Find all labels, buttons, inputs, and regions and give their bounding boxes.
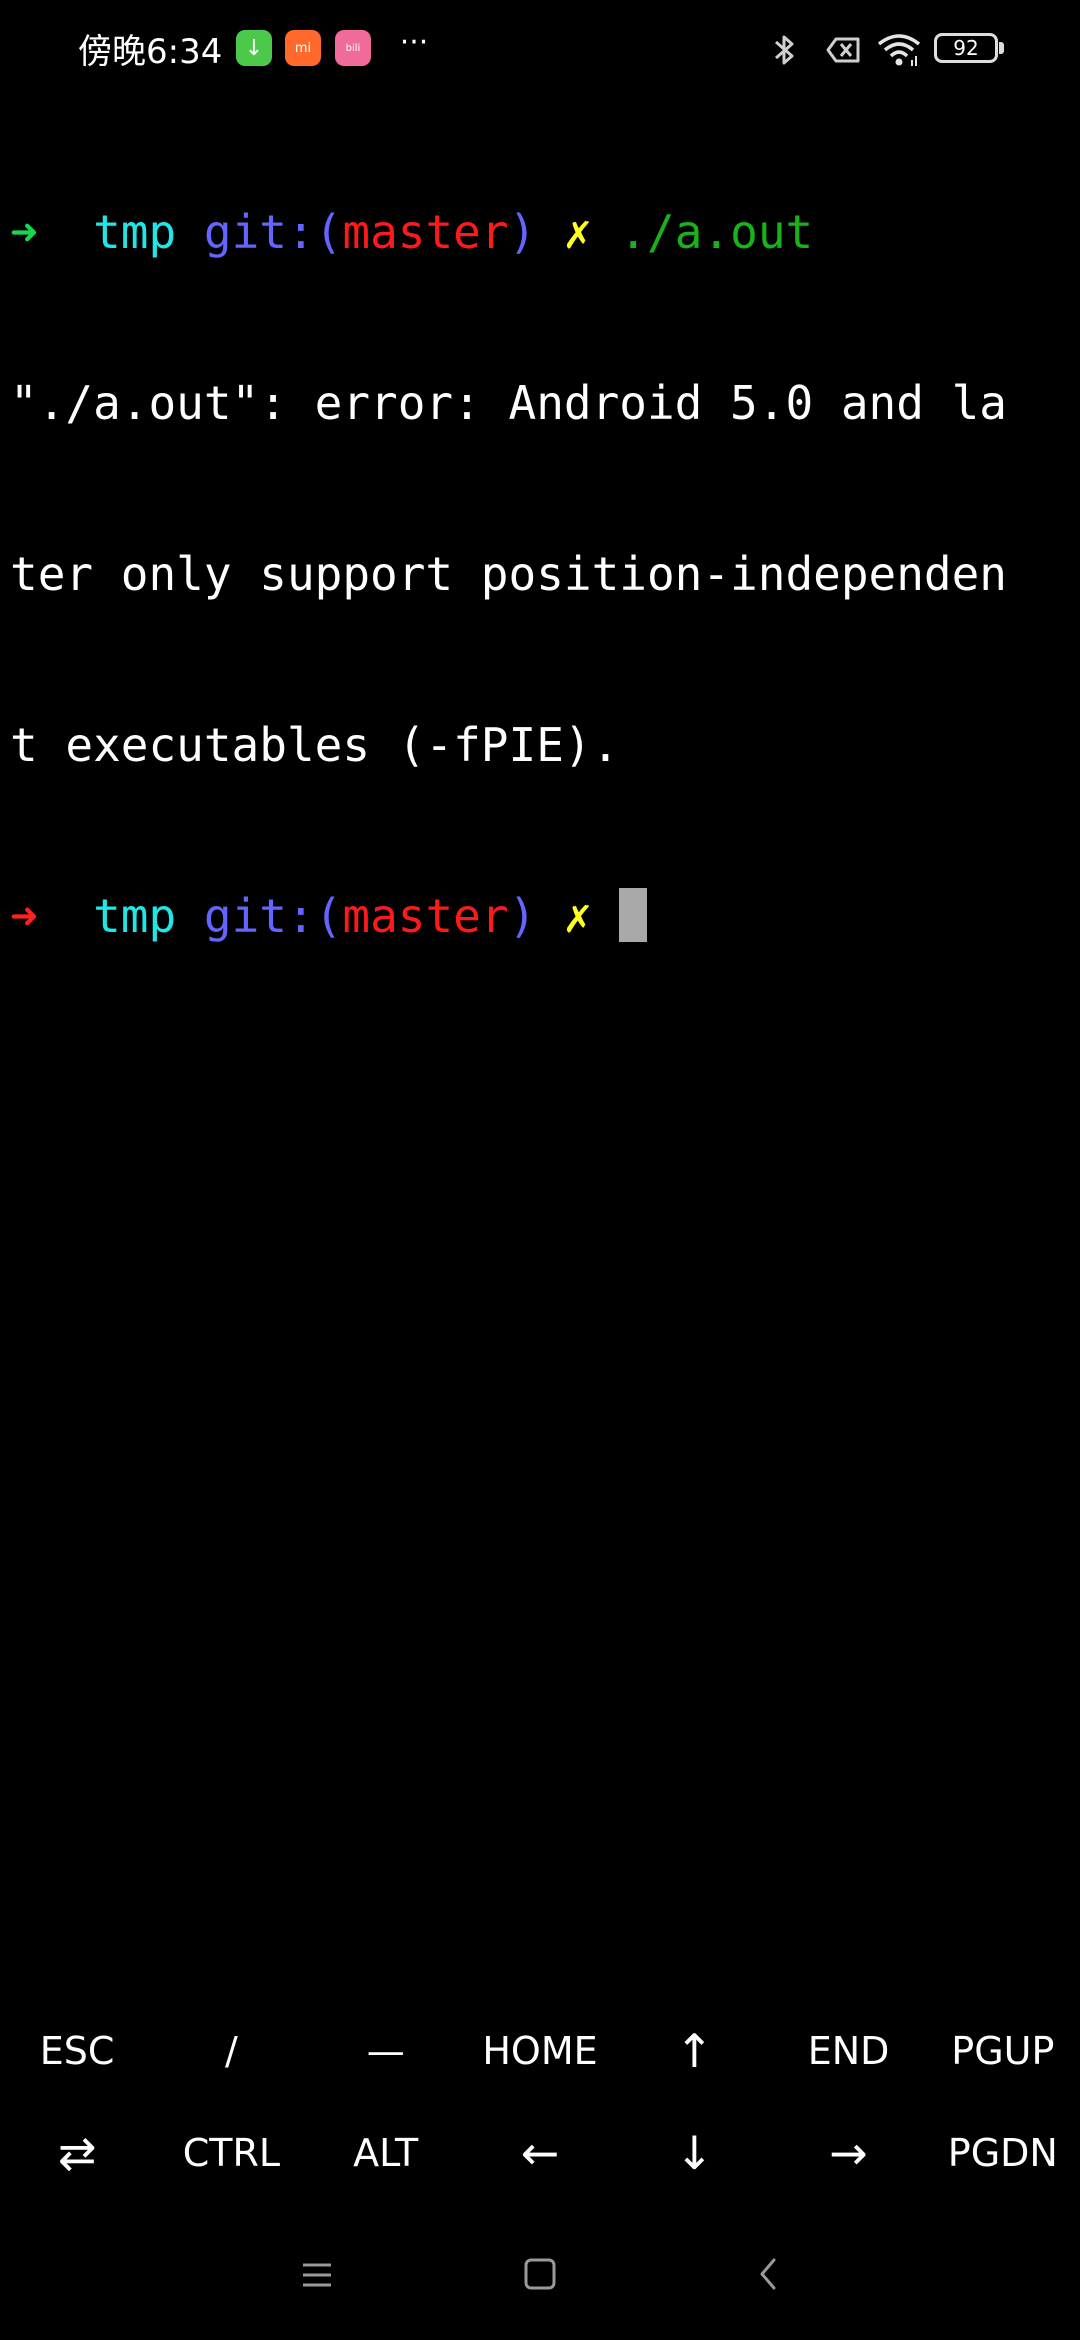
git-dirty-mark: ✗ (563, 889, 592, 943)
back-icon[interactable] (741, 2250, 797, 2300)
right-arrow-key[interactable]: → (771, 2102, 925, 2204)
output-line: "./a.out": error: Android 5.0 and la (10, 376, 1007, 430)
git-suffix: ) (508, 889, 537, 943)
bilibili-icon: bili (335, 30, 371, 66)
end-key[interactable]: END (771, 2000, 925, 2102)
prompt-arrow-fail: ➜ (10, 889, 38, 943)
battery-nub (999, 42, 1004, 54)
left-arrow-key[interactable]: ← (463, 2102, 617, 2204)
no-sim-icon (826, 37, 860, 63)
git-suffix: ) (508, 205, 537, 259)
tab-key[interactable]: ⇄ (0, 2102, 154, 2204)
prompt-directory: tmp (93, 205, 177, 259)
bluetooth-icon (775, 35, 794, 65)
output-line: t executables (-fPIE). (10, 718, 620, 772)
up-arrow-key[interactable]: ↑ (617, 2000, 771, 2102)
git-prefix: git:( (203, 889, 343, 943)
text-cursor (619, 888, 648, 942)
output-line: ter only support position-independen (10, 547, 1007, 601)
home-key[interactable]: HOME (463, 2000, 617, 2102)
typed-command: ./a.out (619, 205, 814, 259)
ctrl-key[interactable]: CTRL (154, 2102, 308, 2204)
download-icon: ↓ (236, 30, 272, 66)
git-branch: master (342, 205, 509, 259)
git-dirty-mark: ✗ (563, 205, 592, 259)
home-icon[interactable] (512, 2250, 568, 2300)
prompt-line-current: ➜ tmp git:(master) ✗ (10, 888, 1070, 945)
pgdn-key[interactable]: PGDN (926, 2102, 1080, 2204)
git-branch: master (342, 889, 509, 943)
status-bar: 傍晚6:34 ↓ mi bili ··· 92 (0, 0, 1080, 96)
extra-keys-row-2: ⇄ CTRL ALT ← ↓ → PGDN (0, 2102, 1080, 2204)
terminal-output[interactable]: ➜ tmp git:(master) ✗ ./a.out "./a.out": … (10, 90, 1070, 1002)
mi-store-icon: mi (285, 30, 321, 66)
extra-keys-row-1: ESC / — HOME ↑ END PGUP (0, 2000, 1080, 2102)
battery-icon: 92 (934, 33, 998, 63)
esc-key[interactable]: ESC (0, 2000, 154, 2102)
git-prefix: git:( (203, 205, 343, 259)
dash-key[interactable]: — (309, 2000, 463, 2102)
pgup-key[interactable]: PGUP (926, 2000, 1080, 2102)
battery-level: 92 (953, 36, 979, 60)
more-notifications-icon: ··· (399, 24, 429, 60)
down-arrow-key[interactable]: ↓ (617, 2102, 771, 2204)
wifi-icon (877, 34, 921, 66)
slash-key[interactable]: / (154, 2000, 308, 2102)
alt-key[interactable]: ALT (309, 2102, 463, 2204)
navigation-bar (0, 2230, 1080, 2320)
prompt-line-command: ➜ tmp git:(master) ✗ ./a.out (10, 204, 1070, 261)
extra-keys-bar: ESC / — HOME ↑ END PGUP ⇄ CTRL ALT ← ↓ →… (0, 2000, 1080, 2204)
prompt-directory: tmp (93, 889, 177, 943)
prompt-arrow-success: ➜ (10, 205, 38, 259)
status-time: 傍晚6:34 (78, 32, 223, 72)
menu-icon[interactable] (289, 2250, 345, 2300)
